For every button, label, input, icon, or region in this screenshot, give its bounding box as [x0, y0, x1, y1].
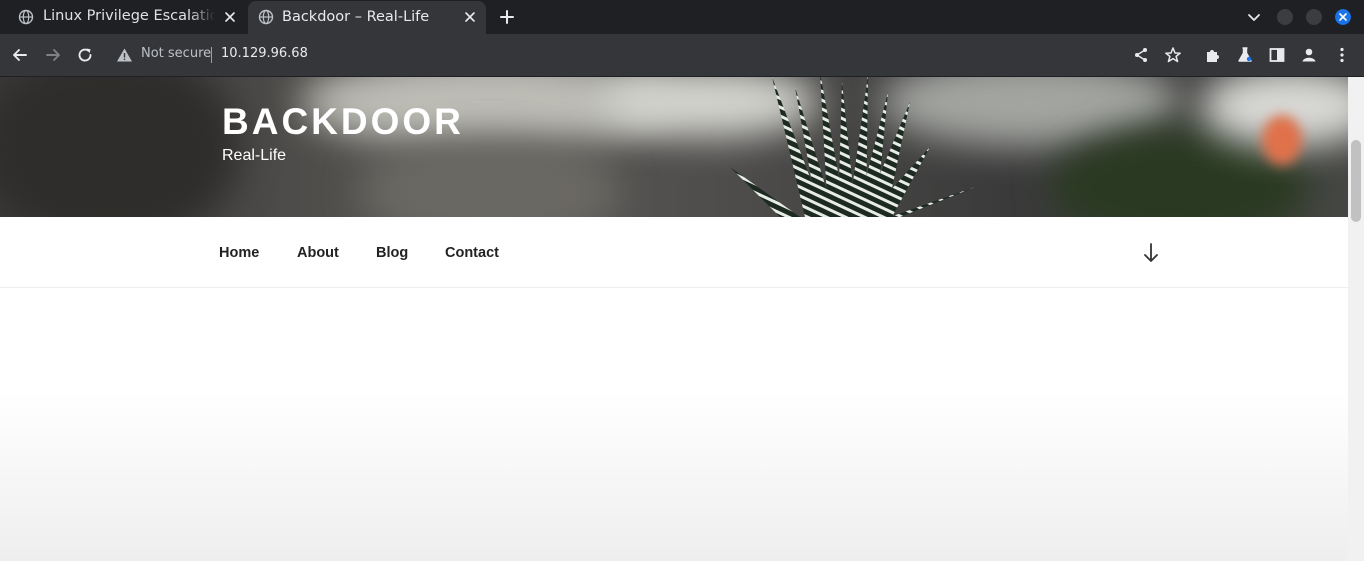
warning-icon[interactable]: [116, 47, 133, 63]
close-window-button[interactable]: [1335, 9, 1351, 25]
page-viewport: BACKDOOR Real-Life Home About Blog Conta…: [0, 77, 1348, 561]
globe-icon: [258, 9, 274, 25]
forward-arrow-icon[interactable]: [44, 46, 62, 64]
address-bar[interactable]: Not secure 10.129.96.68: [104, 40, 1154, 70]
tab-linux-privilege-escalation[interactable]: Linux Privilege Escalation: [0, 0, 246, 34]
close-icon[interactable]: [463, 10, 477, 24]
labs-flask-icon[interactable]: [1236, 46, 1254, 64]
main-navigation: Home About Blog Contact: [0, 217, 1348, 288]
page-scrollbar[interactable]: [1348, 77, 1364, 561]
profile-icon[interactable]: [1300, 46, 1318, 64]
plant-photo: [730, 77, 975, 217]
reload-icon[interactable]: [76, 46, 94, 64]
nav-home[interactable]: Home: [219, 245, 259, 261]
close-icon[interactable]: [223, 10, 237, 24]
tab-backdoor-real-life[interactable]: Backdoor – Real-Life: [248, 1, 486, 34]
nav-contact[interactable]: Contact: [445, 245, 499, 261]
side-panel-icon[interactable]: [1268, 46, 1286, 64]
site-tagline: Real-Life: [222, 147, 287, 164]
tab-title: Linux Privilege Escalation: [43, 8, 215, 24]
globe-icon: [18, 9, 34, 25]
site-title[interactable]: BACKDOOR: [222, 101, 464, 143]
arrow-down-icon[interactable]: [1142, 242, 1160, 264]
url-text[interactable]: 10.129.96.68: [221, 46, 308, 61]
tab-title: Backdoor – Real-Life: [282, 9, 430, 25]
nav-blog[interactable]: Blog: [376, 245, 408, 261]
browser-toolbar: Not secure 10.129.96.68: [0, 34, 1364, 77]
scrollbar-thumb[interactable]: [1351, 140, 1361, 222]
security-status[interactable]: Not secure: [141, 46, 211, 61]
minimize-button[interactable]: [1277, 9, 1293, 25]
extensions-puzzle-icon[interactable]: [1204, 46, 1222, 64]
page-content: [0, 288, 1348, 561]
header-banner: BACKDOOR Real-Life: [0, 77, 1348, 217]
bookmark-star-icon[interactable]: [1164, 46, 1182, 64]
nav-about[interactable]: About: [297, 245, 339, 261]
chevron-down-icon[interactable]: [1246, 9, 1262, 25]
share-icon[interactable]: [1132, 46, 1150, 64]
tab-strip: Linux Privilege Escalation Backdoor – Re…: [0, 0, 1364, 34]
maximize-button[interactable]: [1306, 9, 1322, 25]
new-tab-icon[interactable]: [499, 9, 515, 25]
address-divider: [211, 47, 212, 63]
back-arrow-icon[interactable]: [11, 46, 29, 64]
menu-kebab-icon[interactable]: [1333, 46, 1351, 64]
